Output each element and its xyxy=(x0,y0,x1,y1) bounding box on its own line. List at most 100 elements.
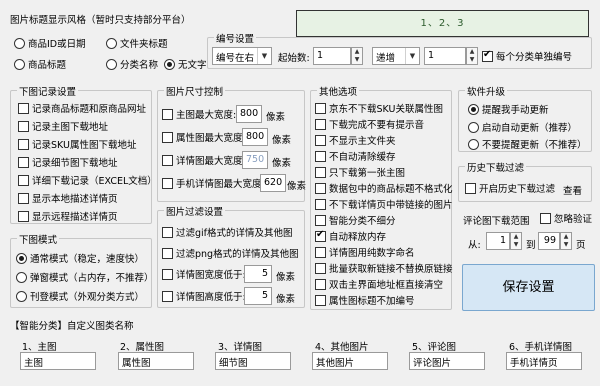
mode-popup-radio[interactable]: 弹窗模式（占内存，不推荐） xyxy=(16,270,154,284)
checkbox-icon[interactable] xyxy=(162,290,173,302)
spin-up-icon[interactable]: ▲ xyxy=(561,233,571,241)
checkbox-icon[interactable] xyxy=(18,192,29,204)
history-filter-checkbox[interactable]: 开启历史下载过滤 xyxy=(465,181,555,195)
ignore-verification-checkbox[interactable]: 忽略验证 xyxy=(540,211,592,225)
mode-listing-radio[interactable]: 刊登模式（外观分类方式） xyxy=(16,289,144,303)
other-option-item[interactable]: 自动释放内存 xyxy=(315,229,386,243)
checkbox-icon[interactable] xyxy=(315,134,326,146)
radio-icon[interactable] xyxy=(14,37,25,49)
radio-icon[interactable] xyxy=(106,37,117,49)
title-style-option-id[interactable]: 商品ID或日期 xyxy=(14,36,86,50)
mobile-detail-width-input[interactable]: 620 xyxy=(260,174,286,192)
record-main-image-checkbox[interactable]: 记录主图下载地址 xyxy=(18,119,108,133)
spin-down-icon[interactable]: ▼ xyxy=(511,241,521,249)
numbering-mode-select[interactable]: 递增 ▼ xyxy=(372,47,420,65)
checkbox-icon[interactable] xyxy=(162,177,173,189)
checkbox-checked-icon[interactable] xyxy=(315,229,326,242)
checkbox-icon[interactable] xyxy=(315,198,326,210)
filter-height-checkbox[interactable]: 详情图高度低于: xyxy=(162,289,246,303)
start-number-input[interactable]: 1 xyxy=(313,47,351,65)
other-option-item[interactable]: 属性图标题不加编号 xyxy=(315,293,415,307)
checkbox-icon[interactable] xyxy=(162,108,173,120)
other-option-item[interactable]: 京东不下载SKU关联属性图 xyxy=(315,101,443,115)
filter-png-checkbox[interactable]: 过滤png格式的详情及其他图 xyxy=(162,246,299,260)
checkbox-icon[interactable] xyxy=(18,138,29,150)
show-remote-detail-checkbox[interactable]: 显示远程描述详情页 xyxy=(18,209,118,223)
checkbox-icon[interactable] xyxy=(18,156,29,168)
checkbox-icon[interactable] xyxy=(315,262,326,274)
spin-down-icon[interactable]: ▼ xyxy=(352,56,362,64)
record-excel-checkbox[interactable]: 详细下载记录（EXCEL文档） xyxy=(18,173,157,187)
show-local-detail-checkbox[interactable]: 显示本地描述详情页 xyxy=(18,191,118,205)
detail-image-width-input[interactable]: 750 xyxy=(242,151,268,169)
spin-up-icon[interactable]: ▲ xyxy=(511,233,521,241)
chevron-down-icon[interactable]: ▼ xyxy=(257,48,271,64)
upgrade-manual-radio[interactable]: 提醒我手动更新 xyxy=(468,102,549,116)
category-input-review[interactable]: 评论图片 xyxy=(409,352,485,370)
checkbox-icon[interactable] xyxy=(315,182,326,194)
attr-image-width-input[interactable]: 800 xyxy=(242,128,268,146)
checkbox-icon[interactable] xyxy=(540,212,551,224)
category-input-detail[interactable]: 细节图 xyxy=(215,352,291,370)
upgrade-auto-radio[interactable]: 启动自动更新（推荐） xyxy=(468,120,577,134)
checkbox-icon[interactable] xyxy=(162,268,173,280)
start-number-spinner[interactable]: ▲ ▼ xyxy=(351,47,363,65)
review-to-input[interactable]: 99 xyxy=(538,232,560,250)
review-from-spinner[interactable]: ▲ ▼ xyxy=(510,232,522,250)
spin-up-icon[interactable]: ▲ xyxy=(352,48,362,56)
other-option-item[interactable]: 只下载第一张主图 xyxy=(315,165,405,179)
other-option-item[interactable]: 双击主界面地址框直接清空 xyxy=(315,277,443,291)
title-style-option-folder[interactable]: 文件夹标题 xyxy=(106,36,168,50)
checkbox-icon[interactable] xyxy=(315,166,326,178)
record-title-url-checkbox[interactable]: 记录商品标题和原商品网址 xyxy=(18,101,146,115)
filter-width-checkbox[interactable]: 详情图宽度低于: xyxy=(162,267,246,281)
checkbox-checked-icon[interactable] xyxy=(482,49,493,62)
filter-width-input[interactable]: 5 xyxy=(244,265,272,283)
radio-selected-icon[interactable] xyxy=(16,252,27,264)
radio-selected-icon[interactable] xyxy=(468,103,479,115)
radio-icon[interactable] xyxy=(14,58,25,70)
title-style-option-title[interactable]: 商品标题 xyxy=(14,57,66,71)
checkbox-icon[interactable] xyxy=(465,182,476,194)
checkbox-icon[interactable] xyxy=(315,150,326,162)
other-option-item[interactable]: 详情图用纯数字命名 xyxy=(315,245,415,259)
radio-icon[interactable] xyxy=(16,290,27,302)
review-from-input[interactable]: 1 xyxy=(486,232,510,250)
checkbox-icon[interactable] xyxy=(162,131,173,143)
checkbox-icon[interactable] xyxy=(18,210,29,222)
other-option-item[interactable]: 下载完成不要有提示音 xyxy=(315,117,424,131)
radio-icon[interactable] xyxy=(468,121,479,133)
title-style-option-none[interactable]: 无文字 xyxy=(164,57,207,71)
other-option-item[interactable]: 智能分类不细分 xyxy=(315,213,396,227)
other-option-item[interactable]: 不显示主文件夹 xyxy=(315,133,396,147)
mobile-detail-width-checkbox[interactable]: 手机详情图最大宽度: xyxy=(162,176,265,190)
checkbox-icon[interactable] xyxy=(162,247,173,259)
numbering-position-select[interactable]: 编号在右 ▼ xyxy=(212,47,272,65)
filter-height-input[interactable]: 5 xyxy=(244,287,272,305)
checkbox-icon[interactable] xyxy=(162,226,173,238)
upgrade-none-radio[interactable]: 不要提醒更新（不推荐） xyxy=(468,137,587,151)
attr-image-width-checkbox[interactable]: 属性图最大宽度: xyxy=(162,130,246,144)
spin-down-icon[interactable]: ▼ xyxy=(467,56,477,64)
other-option-item[interactable]: 数据包中的商品标题不格式化 xyxy=(315,181,453,195)
step-spinner[interactable]: ▲ ▼ xyxy=(466,47,478,65)
main-image-width-input[interactable]: 800 xyxy=(236,105,262,123)
detail-image-width-checkbox[interactable]: 详情图最大宽度: xyxy=(162,153,246,167)
radio-icon[interactable] xyxy=(106,58,117,70)
other-option-item[interactable]: 不下载详情页中带链接的图片 xyxy=(315,197,453,211)
checkbox-icon[interactable] xyxy=(315,214,326,226)
save-settings-button[interactable]: 保存设置 xyxy=(462,264,595,311)
checkbox-icon[interactable] xyxy=(315,246,326,258)
category-input-attr[interactable]: 属性图 xyxy=(118,352,194,370)
checkbox-icon[interactable] xyxy=(18,102,29,114)
review-to-spinner[interactable]: ▲ ▼ xyxy=(560,232,572,250)
chevron-down-icon[interactable]: ▼ xyxy=(405,48,419,64)
per-category-numbering-checkbox[interactable]: 每个分类单独编号 xyxy=(482,49,572,63)
category-input-main[interactable]: 主图 xyxy=(20,352,96,370)
other-option-item[interactable]: 不自动清除缓存 xyxy=(315,149,396,163)
checkbox-icon[interactable] xyxy=(18,174,29,186)
record-sku-image-checkbox[interactable]: 记录SKU属性图下载地址 xyxy=(18,137,136,151)
category-input-other[interactable]: 其他图片 xyxy=(312,352,388,370)
filter-gif-checkbox[interactable]: 过滤gif格式的详情及其他图 xyxy=(162,225,293,239)
radio-selected-icon[interactable] xyxy=(164,58,175,70)
